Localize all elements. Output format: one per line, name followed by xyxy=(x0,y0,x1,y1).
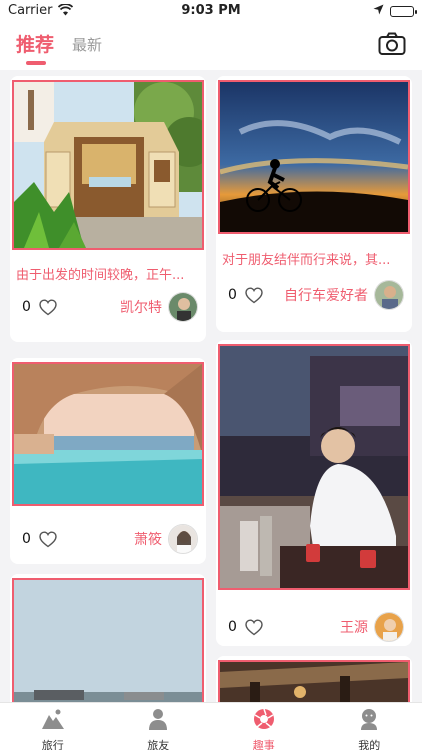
clock: 9:03 PM xyxy=(181,3,241,18)
battery-icon xyxy=(390,6,417,17)
profile-icon xyxy=(357,708,381,734)
tab-friends[interactable]: 旅友 xyxy=(106,703,212,750)
like-count: 0 xyxy=(228,619,237,635)
heart-icon[interactable] xyxy=(245,286,263,304)
like-count: 0 xyxy=(22,531,31,547)
author-name[interactable]: 萧筱 xyxy=(134,529,162,549)
post-caption: 对于朋友结伴而行来说，其... xyxy=(222,253,391,268)
author-avatar[interactable] xyxy=(168,292,198,322)
feed-grid: 由于出发的时间较晚，正午... 0 凯尔特 对于朋友结伴而行来说，其... 0 … xyxy=(0,70,422,702)
author-name[interactable]: 凯尔特 xyxy=(120,297,162,317)
tab-label: 旅行 xyxy=(41,739,64,750)
tab-recommend[interactable]: 推荐 xyxy=(16,30,54,57)
author-avatar[interactable] xyxy=(374,280,404,310)
active-tab-indicator xyxy=(26,61,46,65)
post-card[interactable]: 对于朋友结伴而行来说，其... 0 自行车爱好者 xyxy=(216,76,412,332)
heart-icon[interactable] xyxy=(245,618,263,636)
post-image-camper-van[interactable] xyxy=(12,80,204,250)
tab-fun[interactable]: 趣事 xyxy=(211,703,317,750)
post-image-cyclist-sunset[interactable] xyxy=(218,80,410,234)
friends-icon xyxy=(146,708,170,734)
heart-icon[interactable] xyxy=(39,530,57,548)
post-card[interactable]: 0 萧筱 xyxy=(10,358,206,564)
top-header: 推荐 最新 xyxy=(0,22,422,70)
tab-label: 我的 xyxy=(358,739,381,750)
post-image-cliff-pool[interactable] xyxy=(12,362,204,506)
post-card[interactable] xyxy=(10,574,206,702)
location-arrow-icon xyxy=(373,4,384,19)
author-avatar[interactable] xyxy=(374,612,404,642)
author-name[interactable]: 自行车爱好者 xyxy=(284,285,368,305)
post-image-landscape[interactable] xyxy=(12,578,204,702)
tab-label: 趣事 xyxy=(252,739,275,750)
like-count: 0 xyxy=(228,287,237,303)
post-card[interactable]: 由于出发的时间较晚，正午... 0 凯尔特 xyxy=(10,76,206,342)
post-image-market[interactable] xyxy=(218,660,410,702)
post-caption: 由于出发的时间较晚，正午... xyxy=(16,268,185,283)
author-name[interactable]: 王源 xyxy=(340,617,368,637)
post-card[interactable]: 0 王源 xyxy=(216,340,412,646)
heart-icon[interactable] xyxy=(39,298,57,316)
travel-icon xyxy=(41,708,65,734)
tab-travel[interactable]: 旅行 xyxy=(0,703,106,750)
like-count: 0 xyxy=(22,299,31,315)
tab-profile[interactable]: 我的 xyxy=(317,703,422,750)
tab-latest[interactable]: 最新 xyxy=(72,34,102,55)
post-card[interactable] xyxy=(216,656,412,702)
fun-icon xyxy=(252,708,276,734)
bottom-tab-bar: 旅行 旅友 趣事 我的 xyxy=(0,702,422,750)
author-avatar[interactable] xyxy=(168,524,198,554)
status-bar: Carrier 9:03 PM xyxy=(0,0,422,22)
tab-label: 旅友 xyxy=(147,739,170,750)
camera-icon[interactable] xyxy=(378,32,406,56)
post-image-restaurant[interactable] xyxy=(218,344,410,590)
